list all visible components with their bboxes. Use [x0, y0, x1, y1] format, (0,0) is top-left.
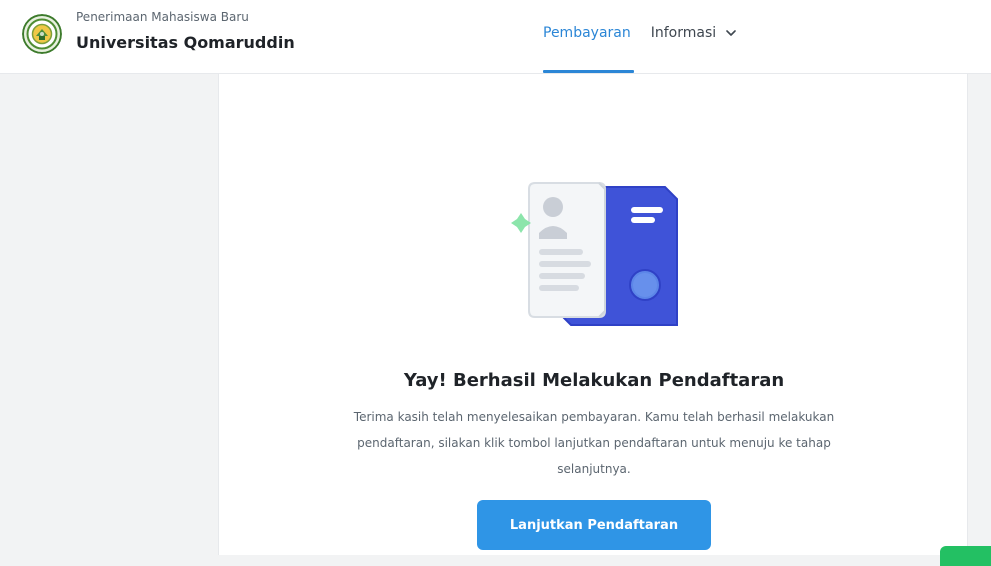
- registration-card-illustration: [511, 182, 678, 326]
- top-nav: Pembayaran Informasi: [543, 24, 736, 42]
- brand-title: Universitas Qomaruddin: [76, 33, 295, 52]
- nav-informasi-label: Informasi: [650, 25, 717, 41]
- success-title: Yay! Berhasil Melakukan Pendaftaran: [403, 370, 785, 391]
- brand[interactable]: Penerimaan Mahasiswa Baru Universitas Qo…: [22, 10, 295, 54]
- nav-pembayaran[interactable]: Pembayaran: [543, 24, 631, 42]
- top-header: Penerimaan Mahasiswa Baru Universitas Qo…: [0, 0, 991, 74]
- success-description: Terima kasih telah menyelesaikan pembaya…: [353, 410, 835, 476]
- university-seal-icon: [22, 14, 62, 54]
- success-card: Yay! Berhasil Melakukan Pendaftaran Teri…: [218, 74, 968, 555]
- lanjutkan-pendaftaran-button[interactable]: Lanjutkan Pendaftaran: [477, 500, 711, 550]
- floating-chat-button[interactable]: [940, 546, 991, 566]
- nav-informasi-dropdown[interactable]: Informasi: [651, 24, 736, 42]
- brand-text: Penerimaan Mahasiswa Baru Universitas Qo…: [76, 10, 295, 52]
- brand-subtitle: Penerimaan Mahasiswa Baru: [76, 10, 249, 24]
- chevron-down-icon: [726, 30, 736, 36]
- active-tab-underline: [543, 70, 634, 73]
